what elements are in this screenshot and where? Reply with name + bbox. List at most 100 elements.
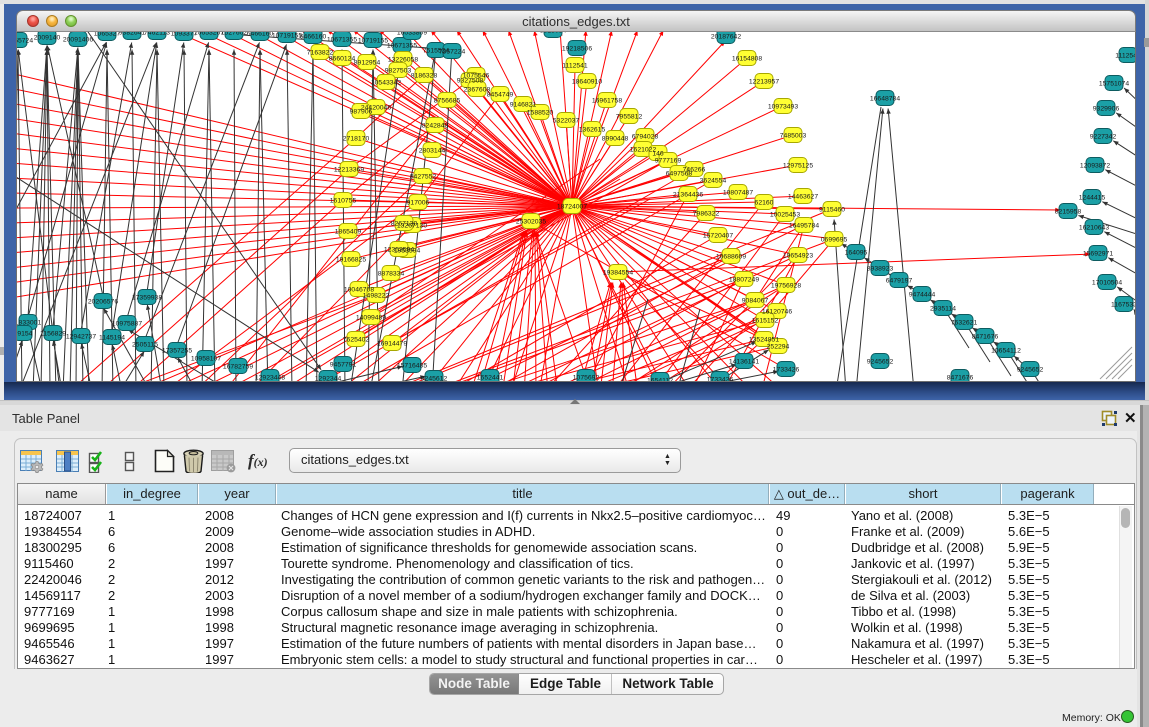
svg-text:8215958: 8215958 <box>1055 209 1082 216</box>
svg-text:18724007: 18724007 <box>557 204 587 211</box>
svg-text:17010504: 17010504 <box>1092 280 1122 287</box>
svg-text:18807249: 18807249 <box>729 277 759 284</box>
svg-text:9227342: 9227342 <box>1090 134 1117 141</box>
svg-text:2718170: 2718170 <box>343 136 370 143</box>
svg-text:8427552: 8427552 <box>410 174 437 181</box>
svg-text:19218506: 19218506 <box>562 46 592 53</box>
svg-text:10025453: 10025453 <box>770 212 800 219</box>
svg-text:21364436: 21364436 <box>673 192 703 199</box>
svg-text:13226058: 13226058 <box>388 57 418 64</box>
svg-text:8756685: 8756685 <box>434 98 461 105</box>
svg-text:8186328: 8186328 <box>411 73 438 80</box>
svg-text:8660124: 8660124 <box>329 56 356 63</box>
svg-text:16648784: 16648784 <box>870 96 900 103</box>
svg-text:20091406: 20091406 <box>63 37 93 44</box>
svg-text:16033809: 16033809 <box>397 32 427 37</box>
svg-text:8267130: 8267130 <box>391 221 418 228</box>
svg-text:14136141: 14136141 <box>729 359 759 366</box>
svg-text:0699695: 0699695 <box>821 237 848 244</box>
svg-text:7485003: 7485003 <box>780 133 807 140</box>
svg-text:146: 146 <box>652 151 664 158</box>
svg-text:1527602: 1527602 <box>221 32 248 37</box>
svg-text:19166825: 19166825 <box>336 257 366 264</box>
svg-text:1588520: 1588520 <box>527 110 554 117</box>
svg-text:9245652: 9245652 <box>1017 367 1044 374</box>
svg-text:1733426: 1733426 <box>707 377 734 381</box>
svg-text:17357255: 17357255 <box>162 348 192 355</box>
svg-text:7462113: 7462113 <box>144 32 170 37</box>
svg-text:9329906: 9329906 <box>1093 106 1120 113</box>
svg-text:13524851: 13524851 <box>749 337 779 344</box>
svg-text:9084067: 9084067 <box>742 298 769 305</box>
svg-text:8471676: 8471676 <box>972 334 999 341</box>
svg-text:7632621: 7632621 <box>951 320 978 327</box>
svg-text:1615152: 1615152 <box>752 318 779 325</box>
svg-text:9146821: 9146821 <box>510 102 537 109</box>
svg-text:9245652: 9245652 <box>867 359 894 366</box>
svg-text:7986322: 7986322 <box>693 211 720 218</box>
svg-text:8938923: 8938923 <box>867 266 894 273</box>
svg-text:10543342: 10543342 <box>371 80 401 87</box>
svg-text:15692971: 15692971 <box>1083 251 1113 258</box>
svg-text:6794028: 6794028 <box>632 134 659 141</box>
svg-text:8990448: 8990448 <box>602 136 629 143</box>
svg-text:16782759: 16782759 <box>223 364 253 371</box>
svg-text:10654112: 10654112 <box>991 348 1021 355</box>
svg-text:12975125: 12975125 <box>783 163 813 170</box>
svg-text:1292344: 1292344 <box>315 376 342 381</box>
svg-text:1244415: 1244415 <box>1079 195 1106 202</box>
svg-text:1833001: 1833001 <box>17 320 41 327</box>
svg-text:10973493: 10973493 <box>768 104 798 111</box>
svg-text:1156829: 1156829 <box>40 331 66 338</box>
svg-text:10671355: 10671355 <box>327 37 357 44</box>
svg-text:1112541: 1112541 <box>562 63 588 70</box>
svg-text:6497568: 6497568 <box>666 171 693 178</box>
svg-text:10653267: 10653267 <box>194 32 224 37</box>
svg-text:917006: 917006 <box>407 200 430 207</box>
svg-text:6466160: 6466160 <box>300 34 327 41</box>
svg-text:9474444: 9474444 <box>909 292 936 299</box>
svg-text:7357224: 7357224 <box>439 49 466 56</box>
svg-text:12942737: 12942737 <box>66 334 96 341</box>
svg-text:7955812: 7955812 <box>616 114 643 121</box>
svg-text:19384554: 19384554 <box>603 270 633 277</box>
svg-text:10688609: 10688609 <box>716 254 746 261</box>
svg-text:10975887: 10975887 <box>112 321 142 328</box>
svg-text:10958107: 10958107 <box>191 356 221 363</box>
svg-text:16210643: 16210643 <box>1079 225 1109 232</box>
svg-text:39154: 39154 <box>17 331 33 338</box>
svg-text:9327508: 9327508 <box>457 78 484 85</box>
svg-text:2803144: 2803144 <box>419 148 446 155</box>
svg-text:25302035: 25302035 <box>516 219 546 226</box>
svg-text:1865409: 1865409 <box>335 229 362 236</box>
svg-text:12353594: 12353594 <box>384 247 414 254</box>
svg-text:6479197: 6479197 <box>886 278 913 285</box>
svg-text:16961758: 16961758 <box>592 98 622 105</box>
svg-text:3624554: 3624554 <box>700 178 727 185</box>
svg-text:1652441: 1652441 <box>477 375 504 381</box>
svg-text:1112542: 1112542 <box>1115 53 1136 60</box>
svg-text:1167533: 1167533 <box>1111 302 1136 309</box>
svg-text:12093872: 12093872 <box>1080 163 1110 170</box>
svg-text:2009140: 2009140 <box>34 35 61 42</box>
svg-text:9777169: 9777169 <box>655 158 682 165</box>
svg-text:5322037: 5322037 <box>553 118 580 125</box>
svg-text:9827503: 9827503 <box>385 68 412 75</box>
svg-text:18640910: 18640910 <box>572 79 602 86</box>
svg-text:8813054: 8813054 <box>540 32 567 35</box>
svg-text:10671355: 10671355 <box>387 43 417 50</box>
svg-text:8878334: 8878334 <box>378 271 405 278</box>
svg-text:9245612: 9245612 <box>421 376 448 381</box>
svg-text:10719155: 10719155 <box>272 33 302 40</box>
svg-text:164095: 164095 <box>845 250 868 257</box>
svg-text:16495784: 16495784 <box>789 223 819 230</box>
svg-text:15720407: 15720407 <box>703 233 733 240</box>
svg-text:14099489: 14099489 <box>356 315 386 322</box>
svg-text:8242848: 8242848 <box>422 123 449 130</box>
svg-text:1145194: 1145194 <box>99 335 125 342</box>
svg-text:17359938: 17359938 <box>132 295 162 302</box>
svg-text:252294: 252294 <box>767 344 790 351</box>
svg-text:1610755: 1610755 <box>330 198 357 205</box>
svg-text:12923448: 12923448 <box>255 375 285 381</box>
svg-text:16914479: 16914479 <box>377 341 407 348</box>
